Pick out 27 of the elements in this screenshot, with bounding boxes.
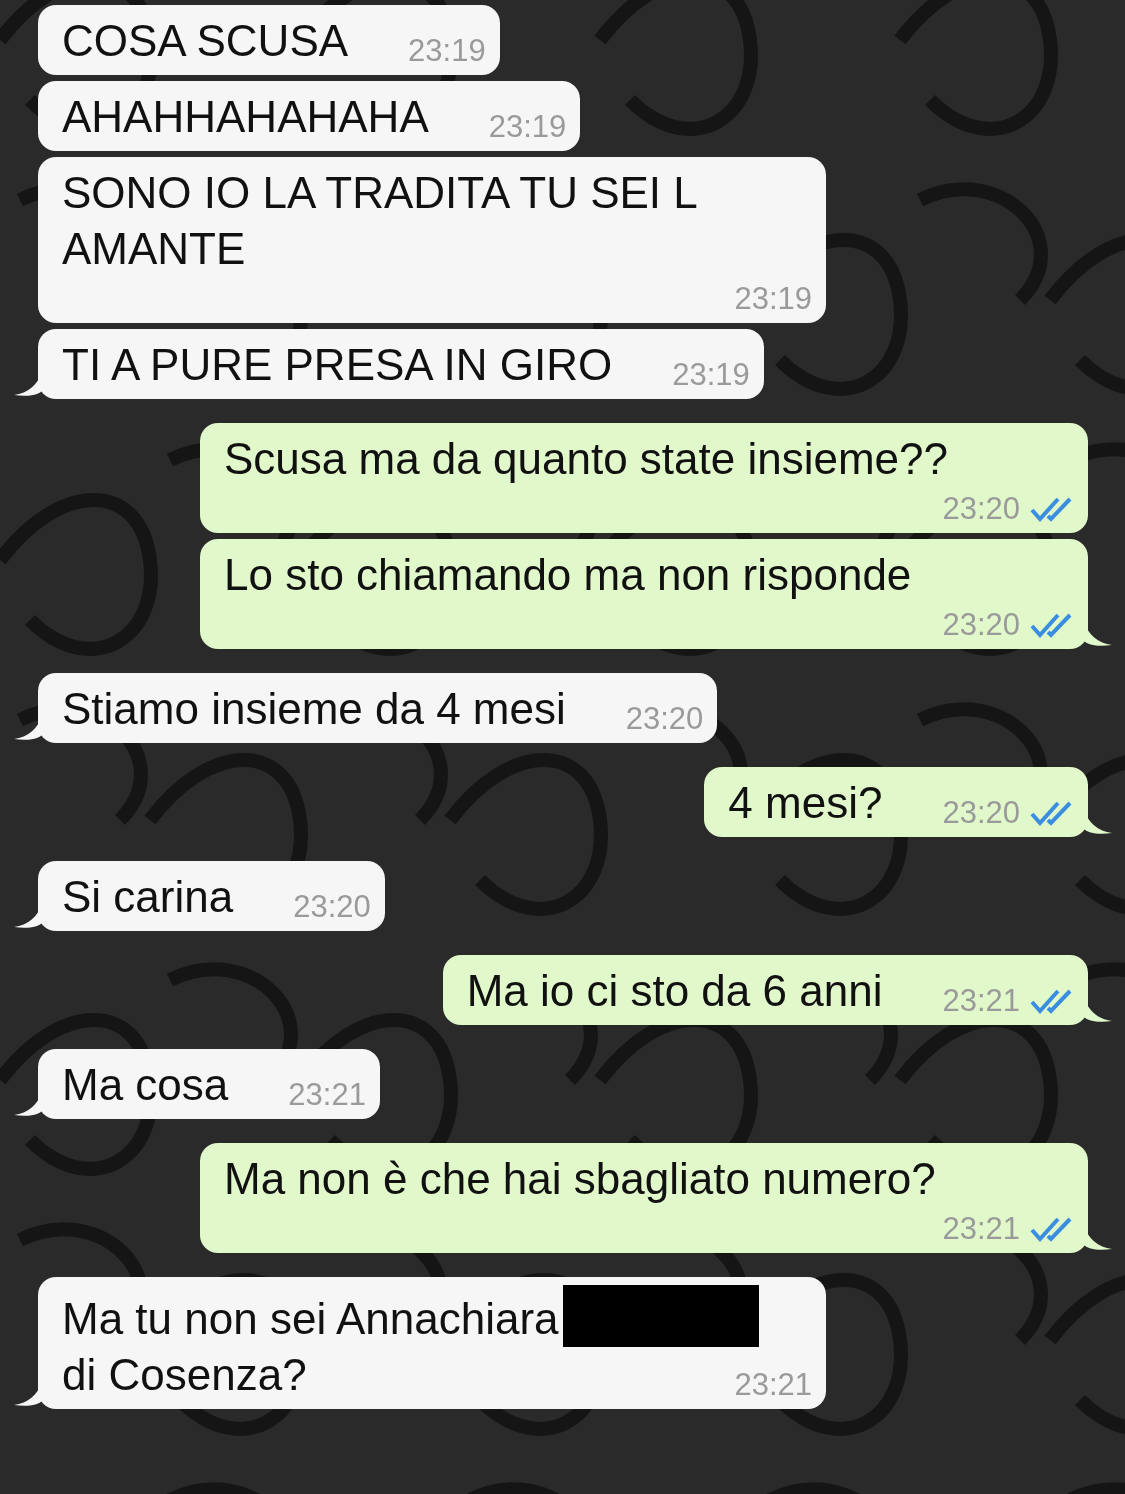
message-time: 23:21: [942, 1210, 1020, 1248]
message-time: 23:20: [942, 794, 1020, 832]
message-text: COSA SCUSA: [62, 15, 349, 67]
message-time: 23:21: [734, 1366, 812, 1404]
message-text: di Cosenza?: [62, 1349, 307, 1401]
message-time: 23:19: [488, 108, 567, 146]
message-text: AHAHHAHAHAHA: [62, 91, 429, 143]
message-time: 23:20: [942, 490, 1020, 528]
message-text: Ma non è che hai sbagliato numero?: [224, 1153, 936, 1205]
message-time: 23:19: [734, 280, 812, 318]
message-text: Stiamo insieme da 4 mesi: [62, 683, 566, 735]
message-time: 23:20: [625, 700, 704, 738]
message-text: Scusa ma da quanto state insieme??: [224, 433, 948, 485]
message-text: 4 mesi?: [728, 777, 883, 829]
message-time: 23:20: [942, 606, 1020, 644]
message-time: 23:21: [942, 982, 1020, 1020]
message-text: TI A PURE PRESA IN GIRO: [62, 339, 613, 391]
message-text: Ma io ci sto da 6 anni: [466, 965, 883, 1017]
message-text: Ma tu non sei Annachiara: [62, 1293, 559, 1345]
message-text: SONO IO LA TRADITA TU SEI L AMANTE: [62, 167, 698, 275]
message-text: Lo sto chiamando ma non risponde: [224, 549, 912, 601]
message-time: 23:19: [672, 356, 750, 394]
message-time: 23:21: [288, 1076, 366, 1114]
message-time: 23:20: [293, 888, 371, 926]
message-time: 23:19: [408, 32, 486, 70]
message-text: Ma cosa: [62, 1059, 229, 1111]
message-text: Si carina: [62, 871, 234, 923]
